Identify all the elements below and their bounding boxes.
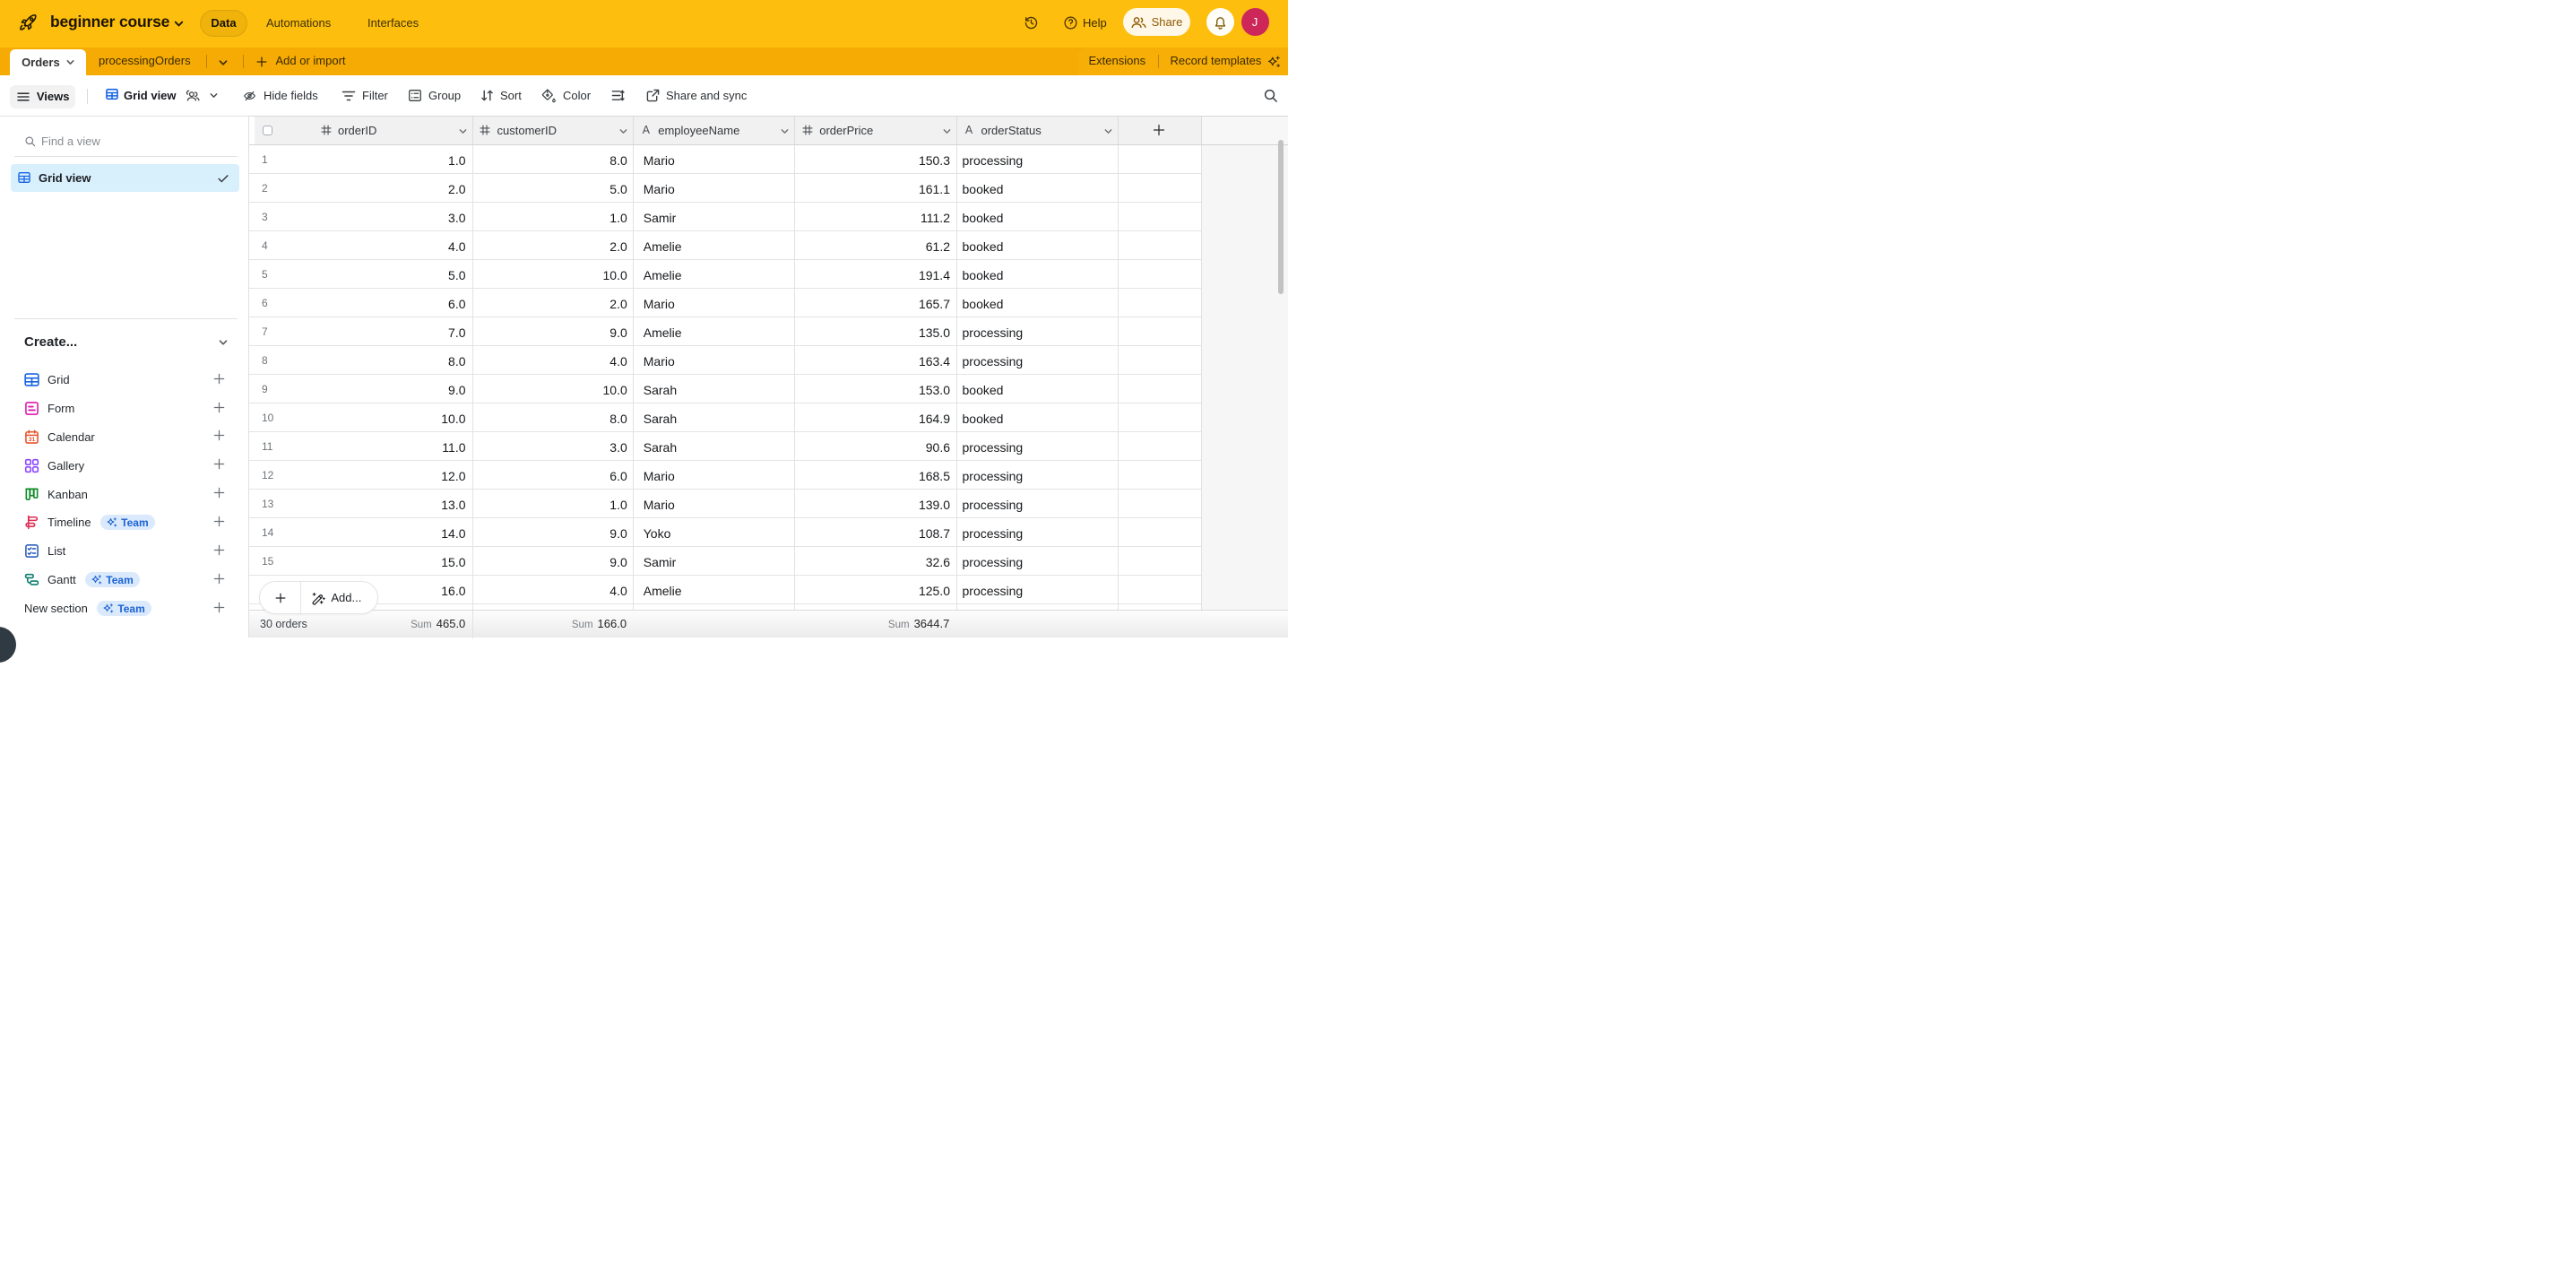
- svg-text:31: 31: [29, 437, 36, 443]
